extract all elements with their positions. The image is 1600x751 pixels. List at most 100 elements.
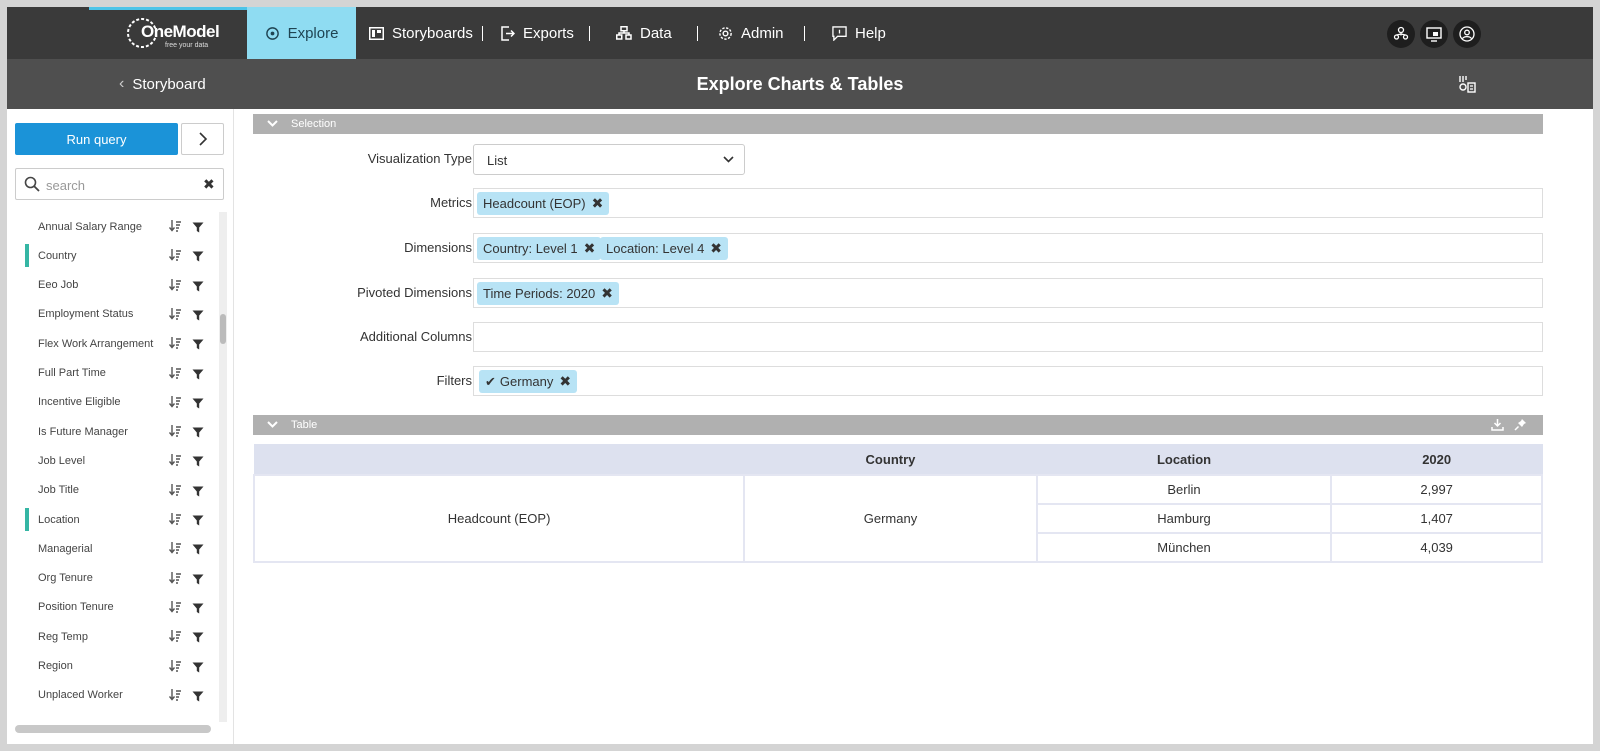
dimension-item[interactable]: Managerial <box>7 534 219 563</box>
sort-icon[interactable] <box>168 542 182 557</box>
nav-storyboards[interactable]: Storyboards <box>369 7 473 59</box>
dimension-item[interactable]: Full Part Time <box>7 359 219 388</box>
back-label: Storyboard <box>132 75 206 93</box>
desktop-icon <box>1426 26 1442 42</box>
dimension-item[interactable]: Location <box>7 505 219 534</box>
nav-data[interactable]: Data <box>616 7 672 59</box>
dimension-item[interactable]: Annual Salary Range <box>7 212 219 241</box>
dimensions-label: Dimensions <box>404 240 472 255</box>
sort-icon[interactable] <box>168 659 182 675</box>
scrollbar-thumb[interactable] <box>220 314 226 344</box>
dimension-item[interactable]: Job Level <box>7 446 219 475</box>
sort-icon[interactable] <box>168 571 182 587</box>
user-button[interactable] <box>1453 20 1481 48</box>
filter-icon[interactable] <box>192 250 204 265</box>
table-section-header[interactable]: Table <box>253 415 1543 435</box>
filter-icon[interactable] <box>192 280 204 295</box>
desktop-button[interactable] <box>1420 20 1448 48</box>
filter-icon[interactable] <box>192 426 204 441</box>
dimension-item[interactable]: Org Tenure <box>7 564 219 593</box>
sort-icon[interactable] <box>168 630 182 645</box>
nav-exports-label: Exports <box>523 24 574 42</box>
sort-icon[interactable] <box>168 688 182 704</box>
dimension-label: Managerial <box>38 542 93 555</box>
filter-icon[interactable] <box>192 221 204 236</box>
download-icon[interactable] <box>1491 418 1504 431</box>
back-to-storyboard-link[interactable]: ‹ Storyboard <box>119 59 206 109</box>
nav-explore[interactable]: Explore <box>247 7 356 59</box>
sort-icon[interactable] <box>168 366 182 382</box>
horizontal-scrollbar[interactable] <box>15 725 211 733</box>
nav-admin[interactable]: Admin <box>718 7 784 59</box>
sort-icon[interactable] <box>168 454 182 469</box>
dimension-label: Job Title <box>38 484 79 497</box>
nav-storyboards-label: Storyboards <box>392 24 473 42</box>
nav-separator <box>697 26 698 41</box>
run-query-button[interactable]: Run query <box>15 123 178 155</box>
filter-icon[interactable] <box>192 543 204 558</box>
nav-help[interactable]: Help <box>832 7 886 59</box>
sort-icon[interactable] <box>168 600 182 616</box>
filter-icon[interactable] <box>192 368 204 383</box>
selection-section-header[interactable]: Selection <box>253 114 1543 134</box>
dimensions-field[interactable]: Country: Level 1 ✖ Location: Level 4 ✖ <box>473 233 1543 263</box>
dimension-item[interactable]: Region <box>7 652 219 681</box>
filter-icon[interactable] <box>192 690 204 705</box>
filter-icon[interactable] <box>192 661 204 676</box>
dimension-label: Location <box>38 513 80 526</box>
sort-icon[interactable] <box>168 220 182 235</box>
sort-icon[interactable] <box>168 278 182 294</box>
nav-exports[interactable]: Exports <box>500 7 574 59</box>
remove-chip-icon[interactable]: ✖ <box>710 240 722 257</box>
pin-icon[interactable] <box>1514 418 1527 431</box>
dimension-item[interactable]: Country <box>7 241 219 270</box>
logo[interactable]: OneModel free your data <box>125 16 235 52</box>
column-header-2020[interactable]: 2020 <box>1330 444 1543 475</box>
pivoted-field[interactable]: Time Periods: 2020 ✖ <box>473 278 1543 308</box>
expand-panel-button[interactable] <box>181 123 224 155</box>
chart-settings-icon[interactable] <box>1457 74 1477 94</box>
org-chart-icon <box>1393 26 1409 40</box>
filters-field[interactable]: ✔ Germany ✖ <box>473 366 1543 396</box>
search-input[interactable] <box>46 175 196 195</box>
remove-chip-icon[interactable]: ✖ <box>584 240 596 257</box>
sort-icon[interactable] <box>168 307 182 323</box>
additional-columns-row: Additional Columns <box>253 322 1543 352</box>
filter-icon[interactable] <box>192 309 204 324</box>
org-chart-button[interactable] <box>1387 20 1415 48</box>
dimension-item[interactable]: Position Tenure <box>7 593 219 622</box>
dimension-item[interactable]: Flex Work Arrangement <box>7 329 219 358</box>
filter-icon[interactable] <box>192 485 204 500</box>
dimension-item[interactable]: Employment Status <box>7 300 219 329</box>
filter-icon[interactable] <box>192 573 204 588</box>
sort-icon[interactable] <box>168 483 182 499</box>
dimension-item[interactable]: Unplaced Worker <box>7 681 219 710</box>
filter-icon[interactable] <box>192 631 204 646</box>
dimension-item[interactable]: Job Title <box>7 476 219 505</box>
filter-icon[interactable] <box>192 397 204 412</box>
additional-columns-field[interactable] <box>473 322 1543 352</box>
sort-icon[interactable] <box>168 513 182 528</box>
dimension-item[interactable]: Eeo Job <box>7 271 219 300</box>
remove-chip-icon[interactable]: ✖ <box>592 195 604 212</box>
sort-icon[interactable] <box>168 425 182 440</box>
column-header-location[interactable]: Location <box>1036 444 1332 475</box>
vertical-scrollbar[interactable] <box>219 212 227 722</box>
dimension-item[interactable]: Is Future Manager <box>7 417 219 446</box>
filter-icon[interactable] <box>192 602 204 617</box>
dimension-item[interactable]: Incentive Eligible <box>7 388 219 417</box>
check-icon[interactable]: ✔ <box>485 374 496 390</box>
metrics-field[interactable]: Headcount (EOP) ✖ <box>473 188 1543 218</box>
filter-icon[interactable] <box>192 514 204 529</box>
remove-chip-icon[interactable]: ✖ <box>559 373 571 390</box>
clear-search-icon[interactable]: ✖ <box>203 176 215 193</box>
viz-type-select[interactable]: List <box>473 144 745 175</box>
filter-icon[interactable] <box>192 338 204 353</box>
remove-chip-icon[interactable]: ✖ <box>601 285 613 302</box>
sort-icon[interactable] <box>168 249 182 264</box>
dimension-item[interactable]: Reg Temp <box>7 622 219 651</box>
filter-icon[interactable] <box>192 455 204 470</box>
column-header-country[interactable]: Country <box>743 444 1038 475</box>
sort-icon[interactable] <box>168 337 182 352</box>
sort-icon[interactable] <box>168 395 182 411</box>
